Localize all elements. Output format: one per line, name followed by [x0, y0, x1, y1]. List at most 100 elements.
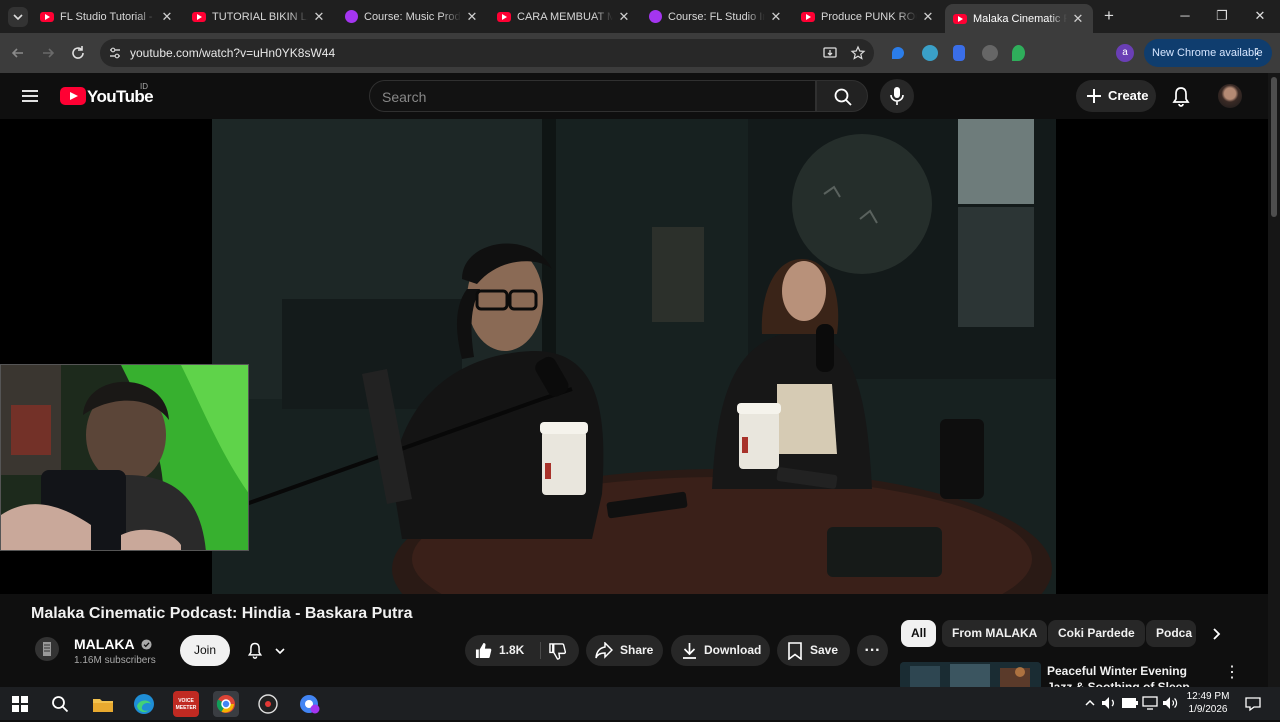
- search-button[interactable]: [816, 80, 868, 112]
- menu-icon[interactable]: [20, 86, 40, 106]
- chrome-taskbar-icon[interactable]: [213, 691, 239, 717]
- volume-icon[interactable]: [1162, 696, 1178, 710]
- scrollbar-thumb[interactable]: [1271, 77, 1277, 217]
- browser-toolbar: youtube.com/watch?v=uHn0YK8sW44 a New Ch…: [0, 33, 1280, 92]
- tab-close-icon[interactable]: ✕: [769, 9, 783, 25]
- region-code: ID: [140, 82, 148, 91]
- channel-name[interactable]: MALAKA: [74, 636, 152, 652]
- chevron-right-icon[interactable]: [1208, 626, 1224, 642]
- tab-title: Malaka Cinematic P: [973, 12, 1067, 25]
- install-app-icon[interactable]: [822, 45, 838, 61]
- browser-tab[interactable]: CARA MEMBUAT MU ✕: [489, 4, 639, 29]
- more-actions-button[interactable]: ···: [857, 635, 888, 666]
- join-button[interactable]: Join: [180, 635, 230, 666]
- save-button[interactable]: Save: [777, 635, 850, 666]
- tray-chevron-up-icon[interactable]: [1084, 697, 1096, 709]
- battery-icon[interactable]: [1122, 698, 1138, 708]
- tab-title: FL Studio Tutorial - C: [60, 10, 156, 23]
- bookmark-star-icon[interactable]: [850, 45, 866, 61]
- browser-tab[interactable]: Course: Music Produ ✕: [337, 4, 487, 29]
- site-info-icon[interactable]: [108, 46, 122, 60]
- tab-close-icon[interactable]: ✕: [160, 9, 174, 25]
- chip-podcasts[interactable]: Podca: [1146, 620, 1196, 647]
- tab-close-icon[interactable]: ✕: [465, 9, 479, 25]
- chip-from-channel[interactable]: From MALAKA: [942, 620, 1048, 647]
- search-input[interactable]: [382, 87, 782, 107]
- voicemeeter-app[interactable]: VOICE MEETER: [173, 691, 199, 717]
- extension-icon[interactable]: [1012, 45, 1025, 61]
- tab-close-icon[interactable]: ✕: [921, 9, 935, 25]
- account-avatar[interactable]: [1218, 84, 1242, 108]
- chip-related[interactable]: Coki Pardede: [1048, 620, 1145, 647]
- notification-center-icon[interactable]: [1245, 696, 1261, 712]
- browser-tab[interactable]: TUTORIAL BIKIN LAG ✕: [184, 4, 334, 29]
- extension-icon[interactable]: [953, 45, 965, 61]
- page-scrollbar[interactable]: [1268, 73, 1280, 687]
- close-window-button[interactable]: ✕: [1250, 6, 1270, 26]
- taskbar-clock[interactable]: 12:49 PM 1/9/2026: [1184, 690, 1232, 716]
- download-button[interactable]: Download: [671, 635, 770, 666]
- notifications-bell-icon[interactable]: [1170, 85, 1192, 107]
- obs-recorder-icon[interactable]: [255, 691, 281, 717]
- subscription-bell-button[interactable]: [238, 635, 298, 666]
- like-button[interactable]: 1.8K: [465, 635, 537, 666]
- tab-close-icon[interactable]: ✕: [312, 9, 326, 25]
- browser-tab[interactable]: Course: FL Studio In ✕: [641, 4, 791, 29]
- voicemeeter-label: VOICE MEETER: [175, 698, 197, 711]
- extension-icon[interactable]: [892, 47, 904, 59]
- webcam-overlay: [0, 364, 249, 551]
- network-icon[interactable]: [1142, 696, 1158, 710]
- tab-title: Course: FL Studio In: [668, 10, 765, 23]
- address-bar[interactable]: youtube.com/watch?v=uHn0YK8sW44: [100, 39, 874, 67]
- like-count: 1.8K: [499, 643, 525, 657]
- search-box: [369, 80, 816, 112]
- recommendation-title[interactable]: Peaceful Winter Evening Jazz & Soothing …: [1047, 663, 1212, 689]
- new-tab-button[interactable]: +: [1099, 6, 1119, 26]
- restore-button[interactable]: ❐: [1212, 6, 1232, 26]
- minimize-button[interactable]: ─: [1175, 6, 1195, 26]
- like-divider: [540, 642, 541, 659]
- browser-tab-active[interactable]: Malaka Cinematic P ✕: [945, 4, 1093, 33]
- tab-title: Produce PUNK ROCK: [821, 10, 917, 23]
- more-vert-icon: ⋮: [1250, 45, 1264, 61]
- back-button[interactable]: [8, 43, 28, 63]
- chip-label: Coki Pardede: [1058, 626, 1135, 640]
- browser-tab[interactable]: FL Studio Tutorial - C ✕: [32, 4, 182, 29]
- create-button[interactable]: Create: [1076, 80, 1156, 112]
- file-explorer-icon[interactable]: [90, 691, 116, 717]
- chrome-profile-taskbar-icon[interactable]: [296, 691, 322, 717]
- edge-browser-icon[interactable]: [131, 691, 157, 717]
- tab-search-button[interactable]: [8, 7, 28, 27]
- browser-tab[interactable]: Produce PUNK ROCK ✕: [793, 4, 943, 29]
- tab-title: Course: Music Produ: [364, 10, 461, 23]
- share-button[interactable]: Share: [586, 635, 663, 666]
- thumbs-up-icon: [475, 642, 492, 659]
- chip-all[interactable]: All: [901, 620, 937, 647]
- recommendation-menu-icon[interactable]: ⋮: [1224, 662, 1240, 682]
- tab-title: CARA MEMBUAT MU: [517, 10, 613, 23]
- forward-button[interactable]: [38, 43, 58, 63]
- thumbs-down-icon: [549, 643, 566, 660]
- tab-close-icon[interactable]: ✕: [617, 9, 631, 25]
- chrome-update-button[interactable]: New Chrome available ⋮: [1144, 39, 1272, 67]
- url-text: youtube.com/watch?v=uHn0YK8sW44: [130, 46, 336, 60]
- youtube-icon: [497, 11, 511, 22]
- video-player[interactable]: [0, 119, 1268, 594]
- webcam-image: [1, 365, 248, 550]
- extension-icon[interactable]: [922, 45, 938, 61]
- extension-icon[interactable]: [982, 45, 998, 61]
- youtube-logo-icon: [60, 87, 86, 105]
- reload-button[interactable]: [68, 43, 88, 63]
- clock-time: 12:49 PM: [1186, 691, 1230, 702]
- windows-start-icon[interactable]: [12, 696, 28, 712]
- voice-search-button[interactable]: [880, 79, 914, 113]
- recommendation-thumbnail[interactable]: [900, 662, 1041, 690]
- video-frame[interactable]: [212, 119, 1056, 594]
- profile-avatar[interactable]: a: [1116, 44, 1134, 62]
- taskbar-search-icon[interactable]: [51, 695, 69, 713]
- dislike-button[interactable]: [543, 635, 579, 666]
- tab-close-icon[interactable]: ✕: [1071, 11, 1085, 27]
- microphone-icon: [890, 87, 904, 105]
- channel-avatar[interactable]: [35, 637, 59, 661]
- speaker-icon[interactable]: [1101, 696, 1117, 710]
